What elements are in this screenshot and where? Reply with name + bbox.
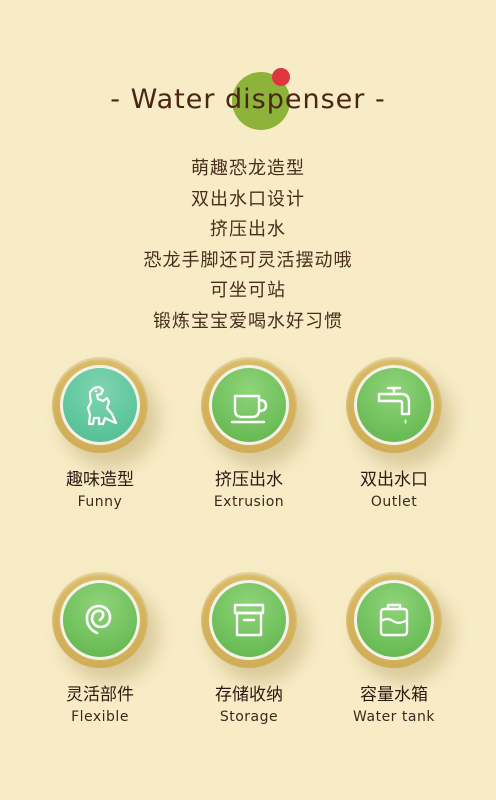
feature-line: 锻炼宝宝爱喝水好习惯: [153, 310, 343, 332]
feature-label-cn: 挤压出水: [215, 470, 283, 490]
feature-label-cn: 双出水口: [360, 470, 428, 490]
water-tank-icon: [379, 603, 409, 637]
feature-card-flexible: 灵活部件 Flexible: [25, 572, 175, 725]
feature-label-en: Storage: [219, 709, 279, 725]
feature-label-en: Extrusion: [213, 494, 285, 510]
feature-badge: [346, 572, 452, 682]
feature-label-en: Funny: [77, 494, 123, 510]
feature-list: 萌趣恐龙造型 双出水口设计 挤压出水 恐龙手脚还可灵活摆动哦 可坐可站 锻炼宝宝…: [0, 154, 496, 337]
feature-badge: [52, 572, 158, 682]
feature-badge: [52, 357, 158, 467]
feature-label-en: Outlet: [370, 494, 418, 510]
feature-badge: [201, 572, 307, 682]
feature-label-en: Flexible: [71, 709, 129, 725]
cup-icon: [230, 394, 268, 424]
feature-line: 挤压出水: [210, 219, 286, 240]
dinosaur-icon: [86, 385, 118, 426]
feature-card-storage: 存储收纳 Storage: [174, 572, 324, 725]
feature-label-en: Water tank: [353, 709, 435, 725]
feature-card-water-tank: 容量水箱 Water tank: [319, 572, 469, 725]
faucet-icon: [377, 386, 411, 424]
title-area: - Water dispenser -: [0, 62, 496, 142]
storage-box-icon: [233, 603, 265, 637]
feature-line: 双出水口设计: [191, 188, 305, 210]
feature-label-cn: 存储收纳: [215, 685, 283, 705]
feature-card-funny: 趣味造型 Funny: [25, 357, 175, 510]
feature-line: 萌趣恐龙造型: [191, 158, 305, 179]
feature-card-outlet: 双出水口 Outlet: [319, 357, 469, 510]
feature-badge: [346, 357, 452, 467]
feature-label-cn: 灵活部件: [66, 685, 134, 705]
feature-label-cn: 趣味造型: [66, 470, 134, 490]
feature-line: 恐龙手脚还可灵活摆动哦: [143, 249, 353, 271]
feature-line: 可坐可站: [210, 280, 286, 301]
page-title: - Water dispenser -: [110, 84, 386, 115]
spiral-icon: [85, 604, 112, 635]
feature-card-extrusion: 挤压出水 Extrusion: [174, 357, 324, 510]
feature-label-cn: 容量水箱: [360, 685, 428, 705]
feature-badge: [201, 357, 307, 467]
